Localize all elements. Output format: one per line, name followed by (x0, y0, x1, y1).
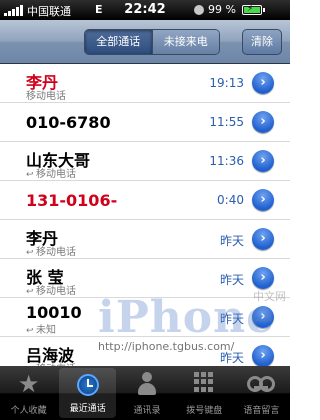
phone-call-icon: ↩ (26, 287, 34, 297)
detail-disclosure-icon[interactable]: › (252, 189, 274, 211)
segment-all-calls[interactable]: 全部通话 (85, 30, 152, 54)
detail-disclosure-icon[interactable]: › (252, 111, 274, 133)
call-row[interactable]: 010-6780 11:55 › (0, 103, 290, 142)
call-row[interactable]: 李丹 ↩ 移动电话 昨天 › (0, 220, 290, 259)
tab-contacts[interactable]: 通讯录 (118, 366, 175, 420)
call-time: 昨天 (219, 351, 244, 365)
phone-call-icon: ↩ (26, 170, 34, 180)
call-type-label: ↩移动电话 (26, 282, 76, 297)
caller-name: 10010 (26, 303, 82, 322)
tab-keypad[interactable]: 拨号键盘 (176, 366, 233, 420)
call-time: 昨天 (219, 312, 244, 326)
detail-disclosure-icon[interactable]: › (252, 228, 274, 250)
call-time: 19:13 (209, 76, 244, 90)
person-icon (137, 372, 157, 396)
call-row[interactable]: 山东大哥 ↩ 移动电话 11:36 › (0, 142, 290, 181)
tab-contacts-label: 通讯录 (133, 406, 161, 416)
detail-disclosure-icon[interactable]: › (252, 345, 274, 366)
segment-missed-calls[interactable]: 未接来电 (151, 30, 219, 54)
charging-bolt-icon: ⚡ (247, 4, 254, 14)
phone-call-icon: ↩ (26, 326, 34, 336)
calls-filter-segmented-control: 全部通话 未接来电 (84, 29, 220, 55)
tab-keypad-label: 拨号键盘 (186, 406, 223, 416)
detail-disclosure-icon[interactable]: › (252, 267, 274, 289)
call-time: 11:36 (209, 154, 244, 168)
caller-name: 131-0106- (26, 191, 118, 210)
battery-percent: 99 % (208, 3, 236, 16)
tab-recents[interactable]: 最近通话 (59, 368, 117, 418)
call-row[interactable]: 10010 ↩ 未知 昨天 › (0, 298, 290, 337)
tab-voicemail-label: 语音留言 (243, 406, 280, 416)
detail-disclosure-icon[interactable]: › (252, 306, 274, 328)
call-row[interactable]: 131-0106- 0:40 › (0, 181, 290, 220)
recent-calls-list: 李丹 移动电话 19:13 › 010-6780 11:55 › 山东大哥 ↩ 移动电话 11:36… (0, 64, 290, 366)
call-type-text: 移动电话 (36, 169, 76, 180)
navigation-bar: 全部通话 未接来电 清除 (0, 20, 290, 64)
battery-icon: ⚡ (242, 4, 265, 15)
call-row[interactable]: 吕海波↩移动电话昨天› (0, 337, 290, 366)
detail-disclosure-icon[interactable]: › (252, 150, 274, 172)
call-type-text: 移动电话 (26, 91, 66, 102)
clock-icon (76, 374, 99, 396)
keypad-icon (194, 372, 214, 392)
voicemail-icon (247, 376, 276, 392)
call-row[interactable]: 李丹 移动电话 19:13 › (0, 64, 290, 103)
tab-bar: ★ 个人收藏 最近通话 通讯录 拨号键盘 语音留言 (0, 366, 290, 420)
status-bar: 中国联通 E 22:42 99 % ⚡ (0, 0, 290, 20)
call-type-text: 移动电话 (36, 247, 76, 258)
phone-call-icon: ↩ (26, 248, 34, 258)
caller-name: 010-6780 (26, 113, 111, 132)
call-type-label: ↩移动电话 (26, 243, 76, 258)
call-time: 0:40 (217, 193, 244, 207)
call-type-label: ↩ 未知 (26, 321, 56, 336)
detail-disclosure-icon[interactable]: › (252, 72, 274, 94)
tab-favorites[interactable]: ★ 个人收藏 (0, 366, 57, 420)
call-type-label: ↩移动电话 (26, 165, 76, 180)
call-row[interactable]: 张 莹 ↩ 移动电话 昨天 › (0, 259, 290, 298)
call-type-text: 移动电话 (36, 286, 76, 297)
alarm-icon (194, 5, 204, 15)
call-type-label: 移动电话 (26, 87, 66, 102)
clear-button[interactable]: 清除 (242, 29, 282, 55)
call-type-text: 未知 (36, 325, 56, 336)
tab-favorites-label: 个人收藏 (10, 406, 47, 416)
call-time: 昨天 (219, 234, 244, 248)
tab-recents-label: 最近通话 (69, 404, 106, 414)
star-icon: ★ (17, 370, 40, 398)
tab-voicemail[interactable]: 语音留言 (233, 366, 290, 420)
call-time: 11:55 (209, 115, 244, 129)
call-time: 昨天 (219, 273, 244, 287)
